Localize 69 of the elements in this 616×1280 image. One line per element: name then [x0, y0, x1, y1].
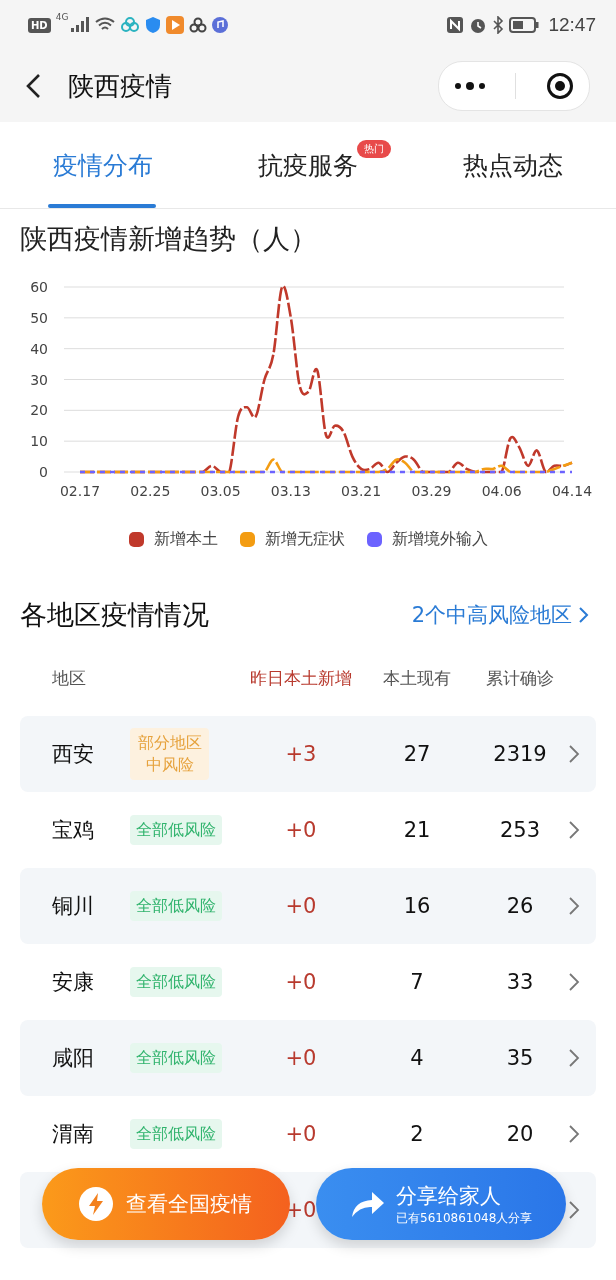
column-header: 昨日本土新增 — [250, 666, 352, 690]
y-tick-label: 50 — [30, 309, 48, 326]
table-cell: 2319 — [493, 742, 547, 766]
legend-label: 新增本土 — [153, 529, 218, 550]
table-cell: 27 — [403, 742, 431, 766]
table-cell: +0 — [285, 818, 317, 842]
table-cell: +0 — [285, 1046, 317, 1070]
x-tick-label: 03.21 — [341, 483, 382, 499]
page-title: 陕西疫情 — [68, 69, 172, 103]
column-header: 地区 — [51, 666, 87, 690]
table-cell: +0 — [285, 1122, 317, 1146]
x-tick-label: 04.06 — [481, 483, 522, 499]
chart-title: 陕西疫情新增趋势（人） — [19, 222, 318, 256]
risk-areas-link[interactable]: 2个中高风险地区 — [411, 601, 590, 629]
risk-tag: 全部低风险 — [130, 966, 222, 998]
share-button[interactable]: 分享给家人 已有5610861048人分享 — [316, 1168, 566, 1240]
region-name: 咸阳 — [52, 1046, 94, 1070]
hot-badge: 热门 — [356, 140, 391, 158]
table-cell: 16 — [403, 894, 431, 918]
table-row[interactable]: 咸阳 全部低风险 +0 4 35 — [20, 1020, 596, 1096]
section-title: 各地区疫情情况 — [20, 598, 209, 632]
table-row[interactable]: 铜川 全部低风险 +0 16 26 — [20, 868, 596, 944]
table-cell: 20 — [506, 1122, 534, 1146]
table-cell: +0 — [285, 894, 317, 918]
table-cell: 35 — [506, 1046, 534, 1070]
y-tick-label: 40 — [30, 340, 48, 357]
table-cell: +0 — [285, 970, 317, 994]
y-tick-label: 10 — [30, 433, 48, 450]
y-tick-label: 20 — [30, 402, 48, 419]
share-count: 已有5610861048人分享 — [396, 1209, 533, 1227]
share-label: 分享给家人 — [396, 1182, 501, 1210]
region-name: 铜川 — [52, 894, 94, 918]
table-cell: 2 — [410, 1122, 424, 1146]
tab[interactable]: 疫情分布 — [0, 122, 206, 208]
x-tick-label: 03.29 — [411, 483, 452, 499]
y-tick-label: 30 — [30, 371, 48, 388]
network-label: 4G — [55, 12, 69, 22]
region-name: 西安 — [52, 742, 94, 766]
x-tick-label: 02.25 — [130, 483, 171, 499]
table-cell: 253 — [499, 818, 541, 842]
hd-badge: HD — [28, 17, 51, 33]
table-cell: 21 — [403, 818, 431, 842]
table-cell: 4 — [410, 1046, 424, 1070]
region-name: 宝鸡 — [52, 818, 94, 842]
table-row[interactable]: 西安 部分地区中风险 +3 27 2319 — [20, 716, 596, 792]
table-cell: 7 — [410, 970, 424, 994]
y-tick-label: 60 — [30, 279, 48, 295]
region-name: 安康 — [52, 970, 94, 994]
table-cell: +3 — [285, 742, 317, 766]
x-tick-label: 03.13 — [270, 483, 311, 499]
tab[interactable]: 热点动态 — [410, 122, 616, 208]
table-cell: 33 — [506, 970, 534, 994]
risk-tag: 全部低风险 — [130, 814, 222, 846]
x-tick-label: 02.17 — [59, 483, 101, 499]
x-tick-label: 03.05 — [200, 483, 241, 499]
risk-tag: 全部低风险 — [130, 890, 222, 922]
legend-label: 新增境外输入 — [391, 529, 488, 550]
tab[interactable]: 抗疫服务 热门 — [205, 122, 411, 208]
legend-label: 新增无症状 — [264, 529, 345, 550]
risk-tag: 全部低风险 — [130, 1042, 222, 1074]
y-tick-label: 0 — [39, 464, 48, 480]
table-cell: 26 — [506, 894, 534, 918]
clock-time: 12:47 — [548, 14, 596, 36]
x-tick-label: 04.14 — [551, 483, 593, 499]
column-header: 本土现有 — [382, 666, 452, 690]
column-header: 累计确诊 — [485, 666, 555, 690]
risk-tag: 全部低风险 — [130, 1118, 222, 1150]
region-name: 渭南 — [52, 1122, 94, 1146]
risk-tag: 部分地区中风险 — [130, 727, 210, 781]
